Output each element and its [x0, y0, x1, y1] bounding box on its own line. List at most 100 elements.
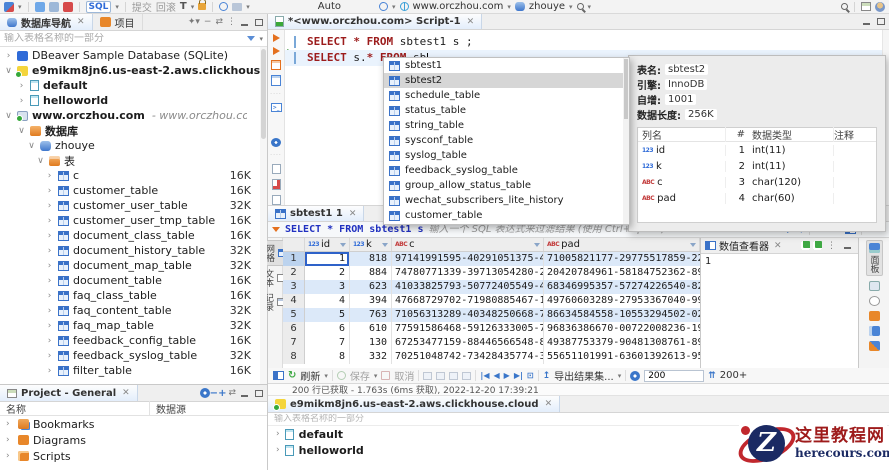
save-dropdown[interactable]: ▾: [374, 372, 378, 380]
tree-item[interactable]: › filter_table 16K: [0, 363, 267, 378]
expand-icon[interactable]: +: [218, 388, 226, 399]
autocomplete-item[interactable]: status_table: [384, 103, 629, 118]
cell-pad[interactable]: 68346995357-57274226540-8272745: [544, 280, 700, 294]
cell-k[interactable]: 623: [350, 280, 392, 294]
fetch-size-input[interactable]: [644, 370, 704, 382]
autocomplete-item[interactable]: group_allow_status_table: [384, 178, 629, 193]
schedule-dropdown[interactable]: ▾: [392, 3, 396, 11]
add-row-icon[interactable]: [423, 372, 432, 380]
cell-k[interactable]: 130: [350, 336, 392, 350]
save-value-as-icon[interactable]: [813, 241, 822, 250]
expand-arrow-icon[interactable]: ›: [45, 261, 54, 271]
minimize-icon[interactable]: [241, 24, 248, 26]
lock-icon[interactable]: [198, 3, 206, 10]
autocomplete-item[interactable]: customer_table: [384, 208, 629, 223]
expand-arrow-icon[interactable]: ›: [45, 306, 54, 316]
cell-c[interactable]: 70251048742-73428435774-3258523: [392, 350, 544, 364]
row-number-cell[interactable]: 4: [283, 294, 305, 308]
row-number-cell[interactable]: 3: [283, 280, 305, 294]
expand-arrow-icon[interactable]: ›: [45, 336, 54, 346]
new-connection-dropdown[interactable]: ▾: [18, 3, 22, 11]
sql-editor-button[interactable]: SQL: [86, 1, 112, 13]
settings-gear-icon[interactable]: [200, 388, 210, 398]
transaction-dropdown[interactable]: ▾: [191, 3, 195, 11]
disconnect-icon[interactable]: [63, 2, 73, 12]
tree-item[interactable]: › faq_content_table 32K: [0, 303, 267, 318]
tree-item[interactable]: ∨ www.orczhou.com - www.orczhou.com:3306: [0, 108, 267, 123]
cell-pad[interactable]: 86634584558-10553294502-0256105: [544, 308, 700, 322]
filter-icon[interactable]: [690, 243, 696, 247]
autocomplete-item[interactable]: sbtest1: [384, 58, 629, 73]
tree-item[interactable]: › helloworld: [0, 93, 267, 108]
cell-c[interactable]: 71056313289-40348250668-7667051: [392, 308, 544, 322]
tab-database-navigator[interactable]: 数据库导航 ✕: [0, 14, 93, 30]
script-error-icon[interactable]: [272, 179, 281, 189]
cell-id[interactable]: 7: [305, 336, 350, 350]
export-button[interactable]: 导出结果集...: [554, 368, 614, 383]
maximize-icon[interactable]: [877, 18, 885, 25]
explain-plan-icon[interactable]: [271, 75, 281, 85]
cell-c[interactable]: 77591586468-59126333005-7316363: [392, 322, 544, 336]
panel-menu-icon[interactable]: ⋮: [825, 241, 838, 251]
expand-arrow-icon[interactable]: ›: [276, 429, 280, 439]
fetch-more-icon[interactable]: ⇈: [708, 371, 716, 381]
expand-arrow-icon[interactable]: ›: [6, 419, 14, 429]
close-icon[interactable]: ✕: [77, 17, 85, 27]
cell-k[interactable]: 818: [350, 252, 392, 266]
references-panel-icon[interactable]: [869, 311, 880, 321]
close-icon[interactable]: ✕: [774, 241, 782, 251]
cell-k[interactable]: 884: [350, 266, 392, 280]
expand-arrow-icon[interactable]: ›: [6, 435, 14, 445]
expand-arrow-icon[interactable]: ∨: [4, 66, 13, 76]
cell-id[interactable]: 5: [305, 308, 350, 322]
expand-arrow-icon[interactable]: ›: [6, 451, 14, 461]
tab-project[interactable]: 项目: [93, 14, 143, 30]
perspective-icon[interactable]: [861, 2, 871, 11]
project-item[interactable]: › Bookmarks: [0, 416, 267, 432]
export-dropdown[interactable]: ▾: [618, 372, 622, 380]
column-datasource-header[interactable]: 数据源: [150, 401, 186, 416]
column-header-c[interactable]: ABCc: [392, 238, 544, 251]
filter-icon[interactable]: [247, 36, 255, 41]
cell-c[interactable]: 41033825793-50772405549-4939643: [392, 280, 544, 294]
grid-row[interactable]: 7 7 130 67253477159-88446566548-8739199 …: [283, 336, 700, 350]
expand-arrow-icon[interactable]: ›: [17, 81, 26, 91]
grouping-panel-icon[interactable]: [869, 326, 880, 336]
expand-arrow-icon[interactable]: ›: [45, 171, 54, 181]
close-icon[interactable]: ✕: [122, 388, 130, 398]
row-number-cell[interactable]: 6: [283, 322, 305, 336]
project-item[interactable]: › Diagrams: [0, 432, 267, 448]
tree-item[interactable]: ∨ e9mikm8jn6.us-east-2.aws.clickhouse.cl…: [0, 63, 267, 78]
execute-statement-icon[interactable]: [273, 34, 280, 42]
tab-project-general[interactable]: Project - General ✕: [0, 385, 138, 401]
cell-c[interactable]: 47668729702-71980885467-1204922: [392, 294, 544, 308]
tab-clickhouse-connection[interactable]: e9mikm8jn6.us-east-2.aws.clickhouse.clou…: [268, 396, 560, 412]
print-dropdown[interactable]: ▾: [246, 3, 250, 11]
minimize-icon[interactable]: [241, 395, 248, 397]
cell-k[interactable]: 394: [350, 294, 392, 308]
active-schema-selector[interactable]: zhouye: [529, 1, 565, 12]
navigator-menu-icon[interactable]: ✦▾: [186, 17, 202, 27]
minimize-icon[interactable]: [844, 247, 851, 249]
export-icon[interactable]: ↥: [543, 371, 551, 381]
schedule-icon[interactable]: [379, 2, 388, 11]
grid-row[interactable]: 4 4 394 47668729702-71980885467-1204922 …: [283, 294, 700, 308]
expand-arrow-icon[interactable]: ›: [45, 351, 54, 361]
save-icon[interactable]: [337, 371, 346, 380]
schema-dropdown[interactable]: ▾: [569, 3, 573, 11]
expand-arrow-icon[interactable]: ∨: [36, 156, 45, 166]
refresh-icon[interactable]: ↻: [288, 370, 296, 381]
expand-arrow-icon[interactable]: ›: [276, 445, 280, 455]
tree-item[interactable]: › default: [0, 78, 267, 93]
filter-icon[interactable]: [340, 243, 346, 247]
reconnect-icon[interactable]: [49, 2, 59, 12]
collapse-icon[interactable]: −: [210, 388, 218, 399]
tree-item[interactable]: › document_map_table 32K: [0, 258, 267, 273]
autocomplete-item[interactable]: string_table: [384, 118, 629, 133]
cancel-button[interactable]: 取消: [394, 368, 414, 383]
aggregate-panel-icon[interactable]: [869, 341, 880, 351]
expand-arrow-icon[interactable]: ›: [17, 96, 26, 106]
cell-c[interactable]: 74780771339-39713054280-2909472: [392, 266, 544, 280]
execute-script-icon[interactable]: [271, 60, 281, 70]
cell-id[interactable]: 2: [305, 266, 350, 280]
